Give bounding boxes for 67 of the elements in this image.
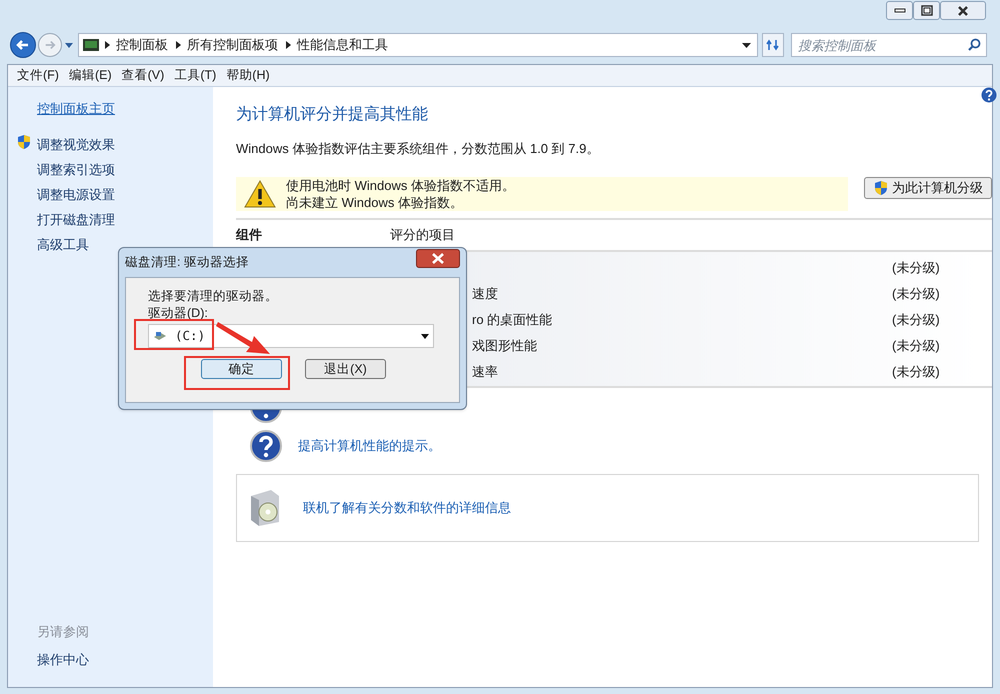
maximize-button[interactable] <box>913 1 940 20</box>
sidebar-link[interactable]: 高级工具 <box>37 235 89 255</box>
drive-value: (C:) <box>175 326 206 345</box>
search-icon[interactable] <box>968 38 981 51</box>
drive-dropdown[interactable]: (C:) <box>148 324 434 348</box>
menu-item[interactable]: 查看(V) <box>118 66 168 85</box>
table-cell-text: (未分级) <box>892 362 941 381</box>
address-field[interactable]: 控制面板 所有控制面板项 性能信息和工具 <box>78 33 758 57</box>
maximize-icon <box>920 5 932 16</box>
warning-text: 尚未建立 Windows 体验指数。 <box>286 194 464 210</box>
chevron-icon[interactable] <box>105 41 110 49</box>
dialog-prompt: 选择要清理的驱动器。 <box>148 288 279 305</box>
sidebar-link[interactable]: 打开磁盘清理 <box>37 210 115 230</box>
close-button[interactable] <box>940 1 986 20</box>
rate-button[interactable]: 为此计算机分级 <box>864 176 992 198</box>
close-button[interactable] <box>416 249 460 268</box>
help-icon[interactable] <box>250 430 282 462</box>
info-link[interactable]: 联机了解有关分数和软件的详细信息 <box>303 498 511 518</box>
minimize-button[interactable] <box>886 1 913 20</box>
column-header: 评分的项目 <box>390 226 455 244</box>
section-heading: 另请参阅 <box>37 623 89 641</box>
menu-item[interactable]: 文件(F) <box>14 66 62 85</box>
control-panel-icon <box>83 39 99 51</box>
table-cell: ro 的桌面性能 <box>472 312 552 327</box>
refresh-icon <box>766 39 780 51</box>
search-field[interactable]: 搜索控制面板 <box>791 33 987 57</box>
field-label: 驱动器(D): <box>148 305 209 322</box>
table-cell: 速度 <box>472 286 498 301</box>
shield-icon <box>873 180 889 196</box>
refresh-button[interactable] <box>762 33 784 57</box>
menu-item[interactable]: 编辑(E) <box>66 66 115 85</box>
chevron-icon[interactable] <box>286 41 291 49</box>
description: Windows 体验指数评估主要系统组件，分数范围从 1.0 到 7.9。 <box>236 140 600 158</box>
help-icon[interactable] <box>981 87 997 103</box>
menu-item[interactable]: 帮助(H) <box>223 66 273 85</box>
breadcrumb[interactable]: 性能信息和工具 <box>297 35 388 55</box>
exit-button[interactable]: 退出(X) <box>305 359 386 379</box>
arrow-left-icon <box>16 38 30 52</box>
close-icon <box>958 6 968 16</box>
table-cell-text: (未分级) <box>892 310 941 329</box>
pointer-arrow <box>216 320 272 356</box>
breadcrumb[interactable]: 控制面板 <box>116 35 168 55</box>
minimize-icon <box>894 8 906 13</box>
ok-button[interactable]: 确定 <box>201 359 282 379</box>
table-cell: 速率 <box>472 364 498 379</box>
sidebar-link[interactable]: 调整电源设置 <box>37 185 115 205</box>
table-cell: 戏图形性能 <box>472 338 537 353</box>
table-cell-text: (未分级) <box>892 336 941 355</box>
drive-icon <box>153 331 167 341</box>
column-header: 组件 <box>236 226 263 244</box>
sidebar-link[interactable]: 调整视觉效果 <box>37 135 115 155</box>
page-title: 为计算机评分并提高其性能 <box>236 105 429 125</box>
table-cell-text: (未分级) <box>892 258 941 277</box>
menu-item[interactable]: 工具(T) <box>171 66 220 85</box>
back-button[interactable] <box>10 32 36 58</box>
breadcrumb[interactable]: 所有控制面板项 <box>187 35 278 55</box>
dialog-title: 磁盘清理: 驱动器选择 <box>125 254 249 272</box>
warning-text: 使用电池时 Windows 体验指数不适用。 <box>286 176 515 194</box>
sidebar-link[interactable]: 操作中心 <box>37 650 89 669</box>
arrow-right-icon <box>44 39 56 51</box>
help-link[interactable]: 提高计算机性能的提示。 <box>298 436 441 456</box>
sidebar-link[interactable]: 调整索引选项 <box>37 160 115 180</box>
close-icon <box>432 253 444 264</box>
warning-icon <box>244 180 276 208</box>
home-link[interactable]: 控制面板主页 <box>37 99 115 118</box>
chevron-icon[interactable] <box>176 41 181 49</box>
table-cell-text: (未分级) <box>892 284 941 303</box>
